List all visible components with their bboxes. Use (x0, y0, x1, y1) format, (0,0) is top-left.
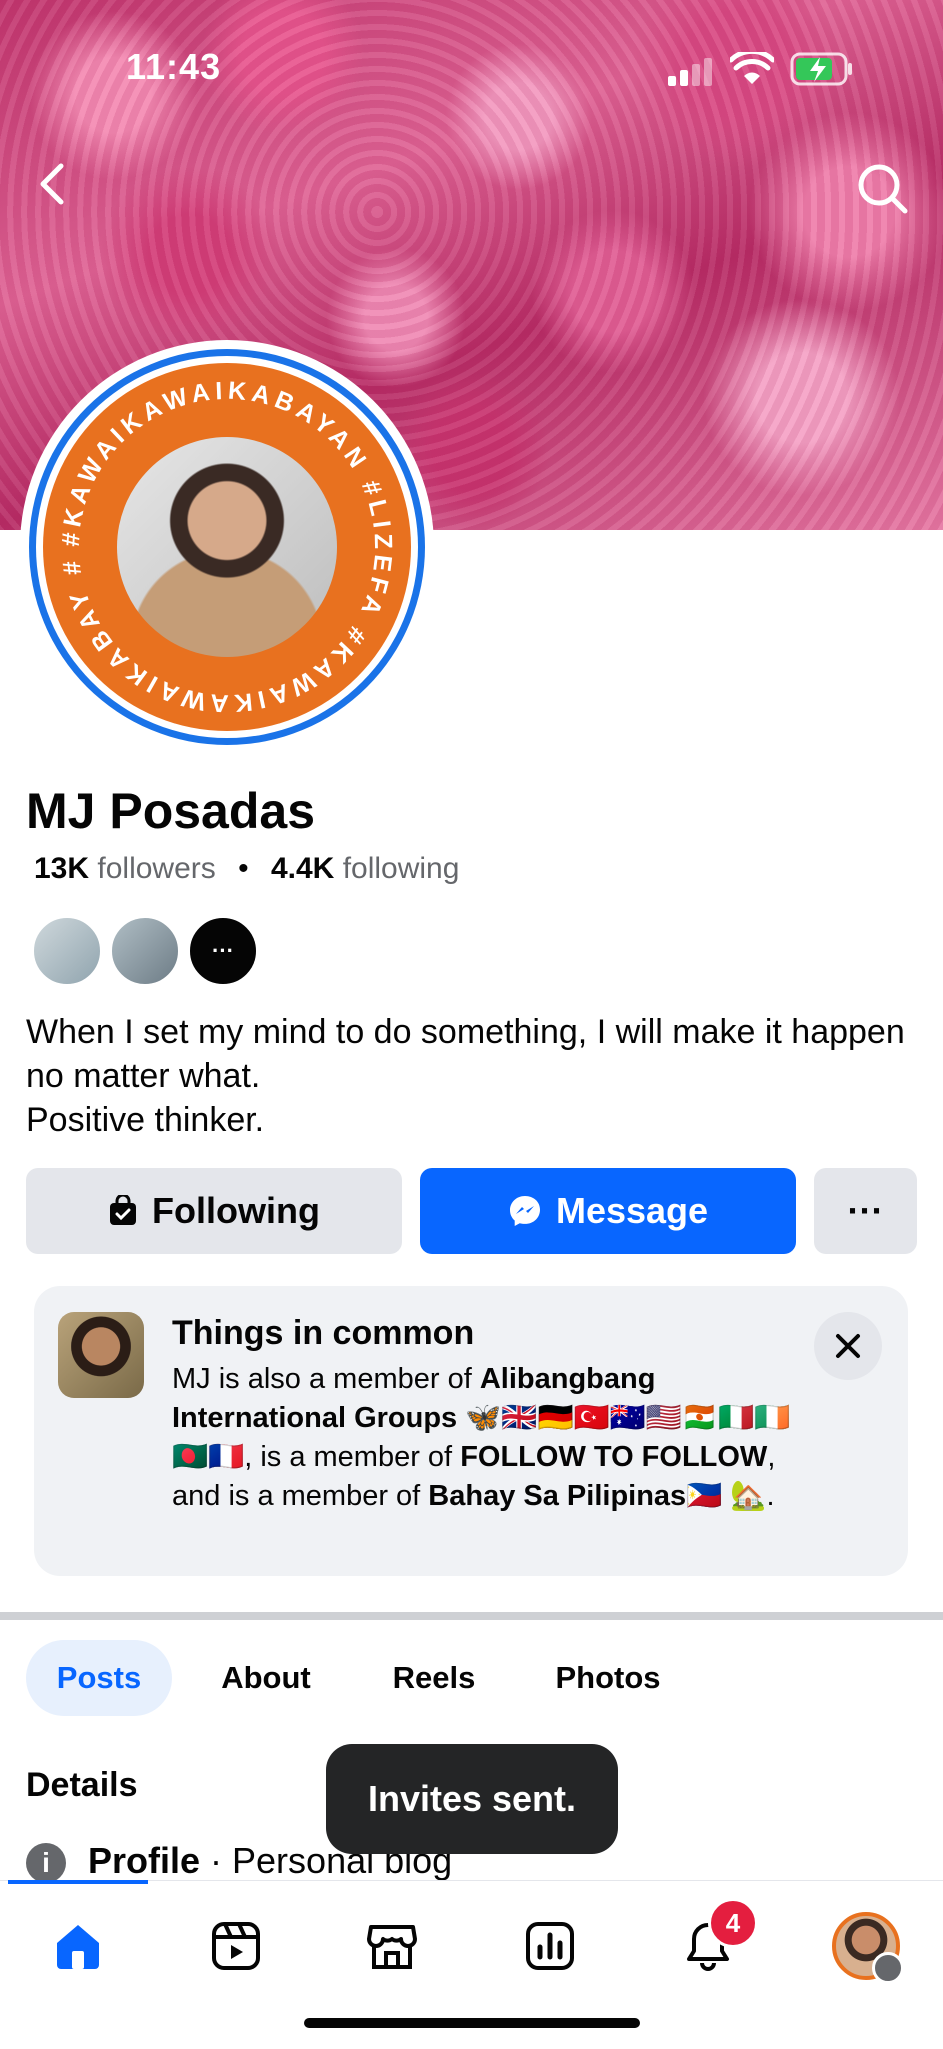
dismiss-card-button[interactable] (814, 1312, 882, 1380)
info-icon: i (26, 1843, 66, 1884)
notification-badge: 4 (708, 1898, 758, 1948)
profile-detail-label: Profile (88, 1840, 201, 1881)
more-options-button[interactable]: ··· (814, 1168, 917, 1254)
followers-count: 13K (34, 852, 90, 885)
profile-picture[interactable]: #KAWAIKAWAIKABAYAN #LIZEFA #KAWAIKAWAIKA… (20, 340, 434, 754)
close-icon (836, 1334, 860, 1358)
more-friends-button[interactable]: ··· (188, 916, 258, 986)
profile-photo (117, 437, 337, 657)
messenger-icon (509, 1196, 540, 1226)
message-button[interactable]: Message (420, 1168, 796, 1254)
nav-video[interactable] (196, 1906, 276, 1986)
nav-home[interactable] (38, 1906, 118, 1986)
profile-avatar (832, 1912, 904, 1984)
section-divider (0, 1612, 943, 1620)
more-icon: ··· (847, 1190, 884, 1231)
bio-line: When I set my mind to do something, I wi… (26, 1013, 905, 1095)
follow-stats[interactable]: 13K followers • 4.4K following (34, 852, 459, 886)
following-label: Following (152, 1190, 320, 1231)
nav-marketplace[interactable] (352, 1906, 432, 1986)
following-label: following (342, 852, 460, 885)
home-icon (57, 1925, 99, 1969)
search-button[interactable] (850, 156, 914, 220)
nav-dashboard[interactable] (510, 1906, 590, 1986)
card-description: MJ is also a member of Alibangbang Inter… (172, 1363, 791, 1512)
tab-photos[interactable]: Photos (530, 1640, 686, 1716)
group-link[interactable]: FOLLOW TO FOLLOW (460, 1441, 767, 1473)
marketplace-icon (367, 1925, 417, 1969)
toast-message: Invites sent. (326, 1744, 618, 1854)
friend-avatar[interactable] (110, 916, 180, 986)
tab-about[interactable]: About (196, 1640, 336, 1716)
group-link[interactable]: Bahay Sa Pilipinas (428, 1480, 686, 1512)
wifi-icon (728, 48, 776, 86)
nav-profile[interactable] (826, 1906, 906, 1986)
card-title: Things in common (172, 1314, 475, 1352)
menu-icon (872, 1952, 904, 1984)
bio-line: Positive thinker. (26, 1101, 265, 1139)
mutual-member-avatar (58, 1312, 144, 1398)
tab-reels[interactable]: Reels (366, 1640, 502, 1716)
following-button[interactable]: Following (26, 1168, 402, 1254)
video-icon (212, 1922, 260, 1970)
details-heading: Details (26, 1766, 138, 1804)
message-label: Message (555, 1190, 709, 1231)
back-button[interactable] (24, 156, 80, 212)
bio: When I set my mind to do something, I wi… (26, 1010, 906, 1142)
battery-charging-icon (790, 52, 854, 86)
chevron-left-icon (40, 163, 64, 205)
home-indicator (304, 2018, 640, 2028)
friend-avatar[interactable] (32, 916, 102, 986)
followers-label: followers (97, 852, 216, 885)
profile-name: MJ Posadas (26, 783, 316, 839)
tab-posts[interactable]: Posts (26, 1640, 172, 1716)
status-time: 11:43 (126, 46, 222, 87)
dashboard-icon (526, 1922, 574, 1970)
cellular-signal-icon (668, 56, 716, 86)
following-count: 4.4K (270, 852, 335, 885)
active-tab-indicator (8, 1880, 148, 1884)
following-bag-icon (110, 1195, 137, 1225)
search-icon (858, 164, 908, 214)
